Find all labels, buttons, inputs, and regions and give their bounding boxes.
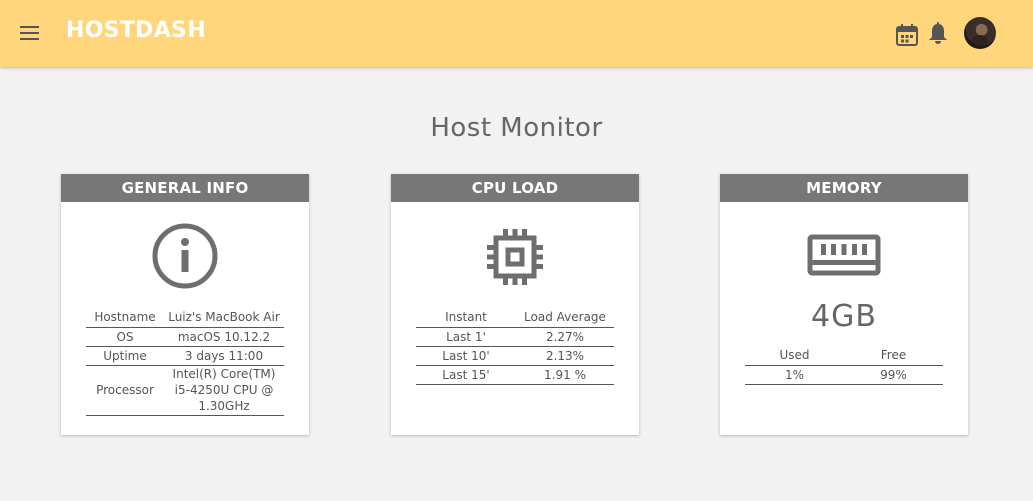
cpu-load-table: Instant Load Average Last 1' 2.27% Last …	[416, 308, 614, 385]
row-value: Intel(R) Core(TM) i5-4250U CPU @ 1.30GHz	[164, 365, 284, 416]
bell-icon[interactable]	[927, 22, 949, 46]
memory-card: MEMORY 4GB Used Free 1% 99%	[720, 174, 968, 435]
used-cell: 1%	[745, 365, 844, 385]
instant-cell: Last 10'	[416, 346, 516, 366]
column-header: Instant	[416, 308, 516, 328]
table-row: Last 10' 2.13%	[416, 346, 614, 366]
table-header-row: Used Free	[745, 346, 943, 366]
table-row: OS macOS 10.12.2	[86, 327, 284, 347]
free-cell: 99%	[844, 365, 943, 385]
load-cell: 1.91 %	[516, 365, 614, 385]
info-icon-wrap	[61, 223, 309, 289]
row-value: 3 days 11:00	[164, 346, 284, 366]
row-label: Hostname	[86, 308, 164, 328]
load-cell: 2.13%	[516, 346, 614, 366]
table-row: Last 1' 2.27%	[416, 327, 614, 347]
instant-cell: Last 1'	[416, 327, 516, 347]
info-icon	[152, 223, 218, 289]
memory-icon	[807, 234, 881, 276]
load-cell: 2.27%	[516, 327, 614, 347]
row-value: macOS 10.12.2	[164, 327, 284, 347]
table-row: Processor Intel(R) Core(TM) i5-4250U CPU…	[86, 365, 284, 416]
memory-table: Used Free 1% 99%	[745, 346, 943, 385]
table-row: Last 15' 1.91 %	[416, 365, 614, 385]
table-row: Hostname Luiz's MacBook Air	[86, 308, 284, 328]
table-row: 1% 99%	[745, 365, 943, 385]
cpu-load-card: CPU LOAD Instant Load Average Last 1' 2.…	[391, 174, 639, 435]
row-value: Luiz's MacBook Air	[164, 308, 284, 328]
table-row: Uptime 3 days 11:00	[86, 346, 284, 366]
top-app-bar: HOSTDASH	[0, 0, 1033, 67]
card-header: GENERAL INFO	[61, 174, 309, 202]
column-header: Used	[745, 346, 844, 366]
menu-icon[interactable]	[20, 26, 40, 40]
table-header-row: Instant Load Average	[416, 308, 614, 328]
page-title: Host Monitor	[430, 113, 603, 143]
cpu-chip-icon	[487, 229, 543, 285]
row-label: Processor	[86, 365, 164, 416]
row-label: Uptime	[86, 346, 164, 366]
column-header: Load Average	[516, 308, 614, 328]
user-avatar[interactable]	[964, 17, 996, 49]
general-info-card: GENERAL INFO Hostname Luiz's MacBook Air…	[61, 174, 309, 435]
column-header: Free	[844, 346, 943, 366]
card-header: MEMORY	[720, 174, 968, 202]
instant-cell: Last 15'	[416, 365, 516, 385]
cpu-icon-wrap	[391, 226, 639, 288]
memory-total: 4GB	[811, 299, 877, 334]
card-header: CPU LOAD	[391, 174, 639, 202]
general-info-table: Hostname Luiz's MacBook Air OS macOS 10.…	[86, 308, 284, 416]
memory-icon-wrap	[720, 234, 968, 278]
app-brand[interactable]: HOSTDASH	[66, 18, 206, 43]
row-label: OS	[86, 327, 164, 347]
calendar-icon[interactable]	[895, 23, 919, 47]
